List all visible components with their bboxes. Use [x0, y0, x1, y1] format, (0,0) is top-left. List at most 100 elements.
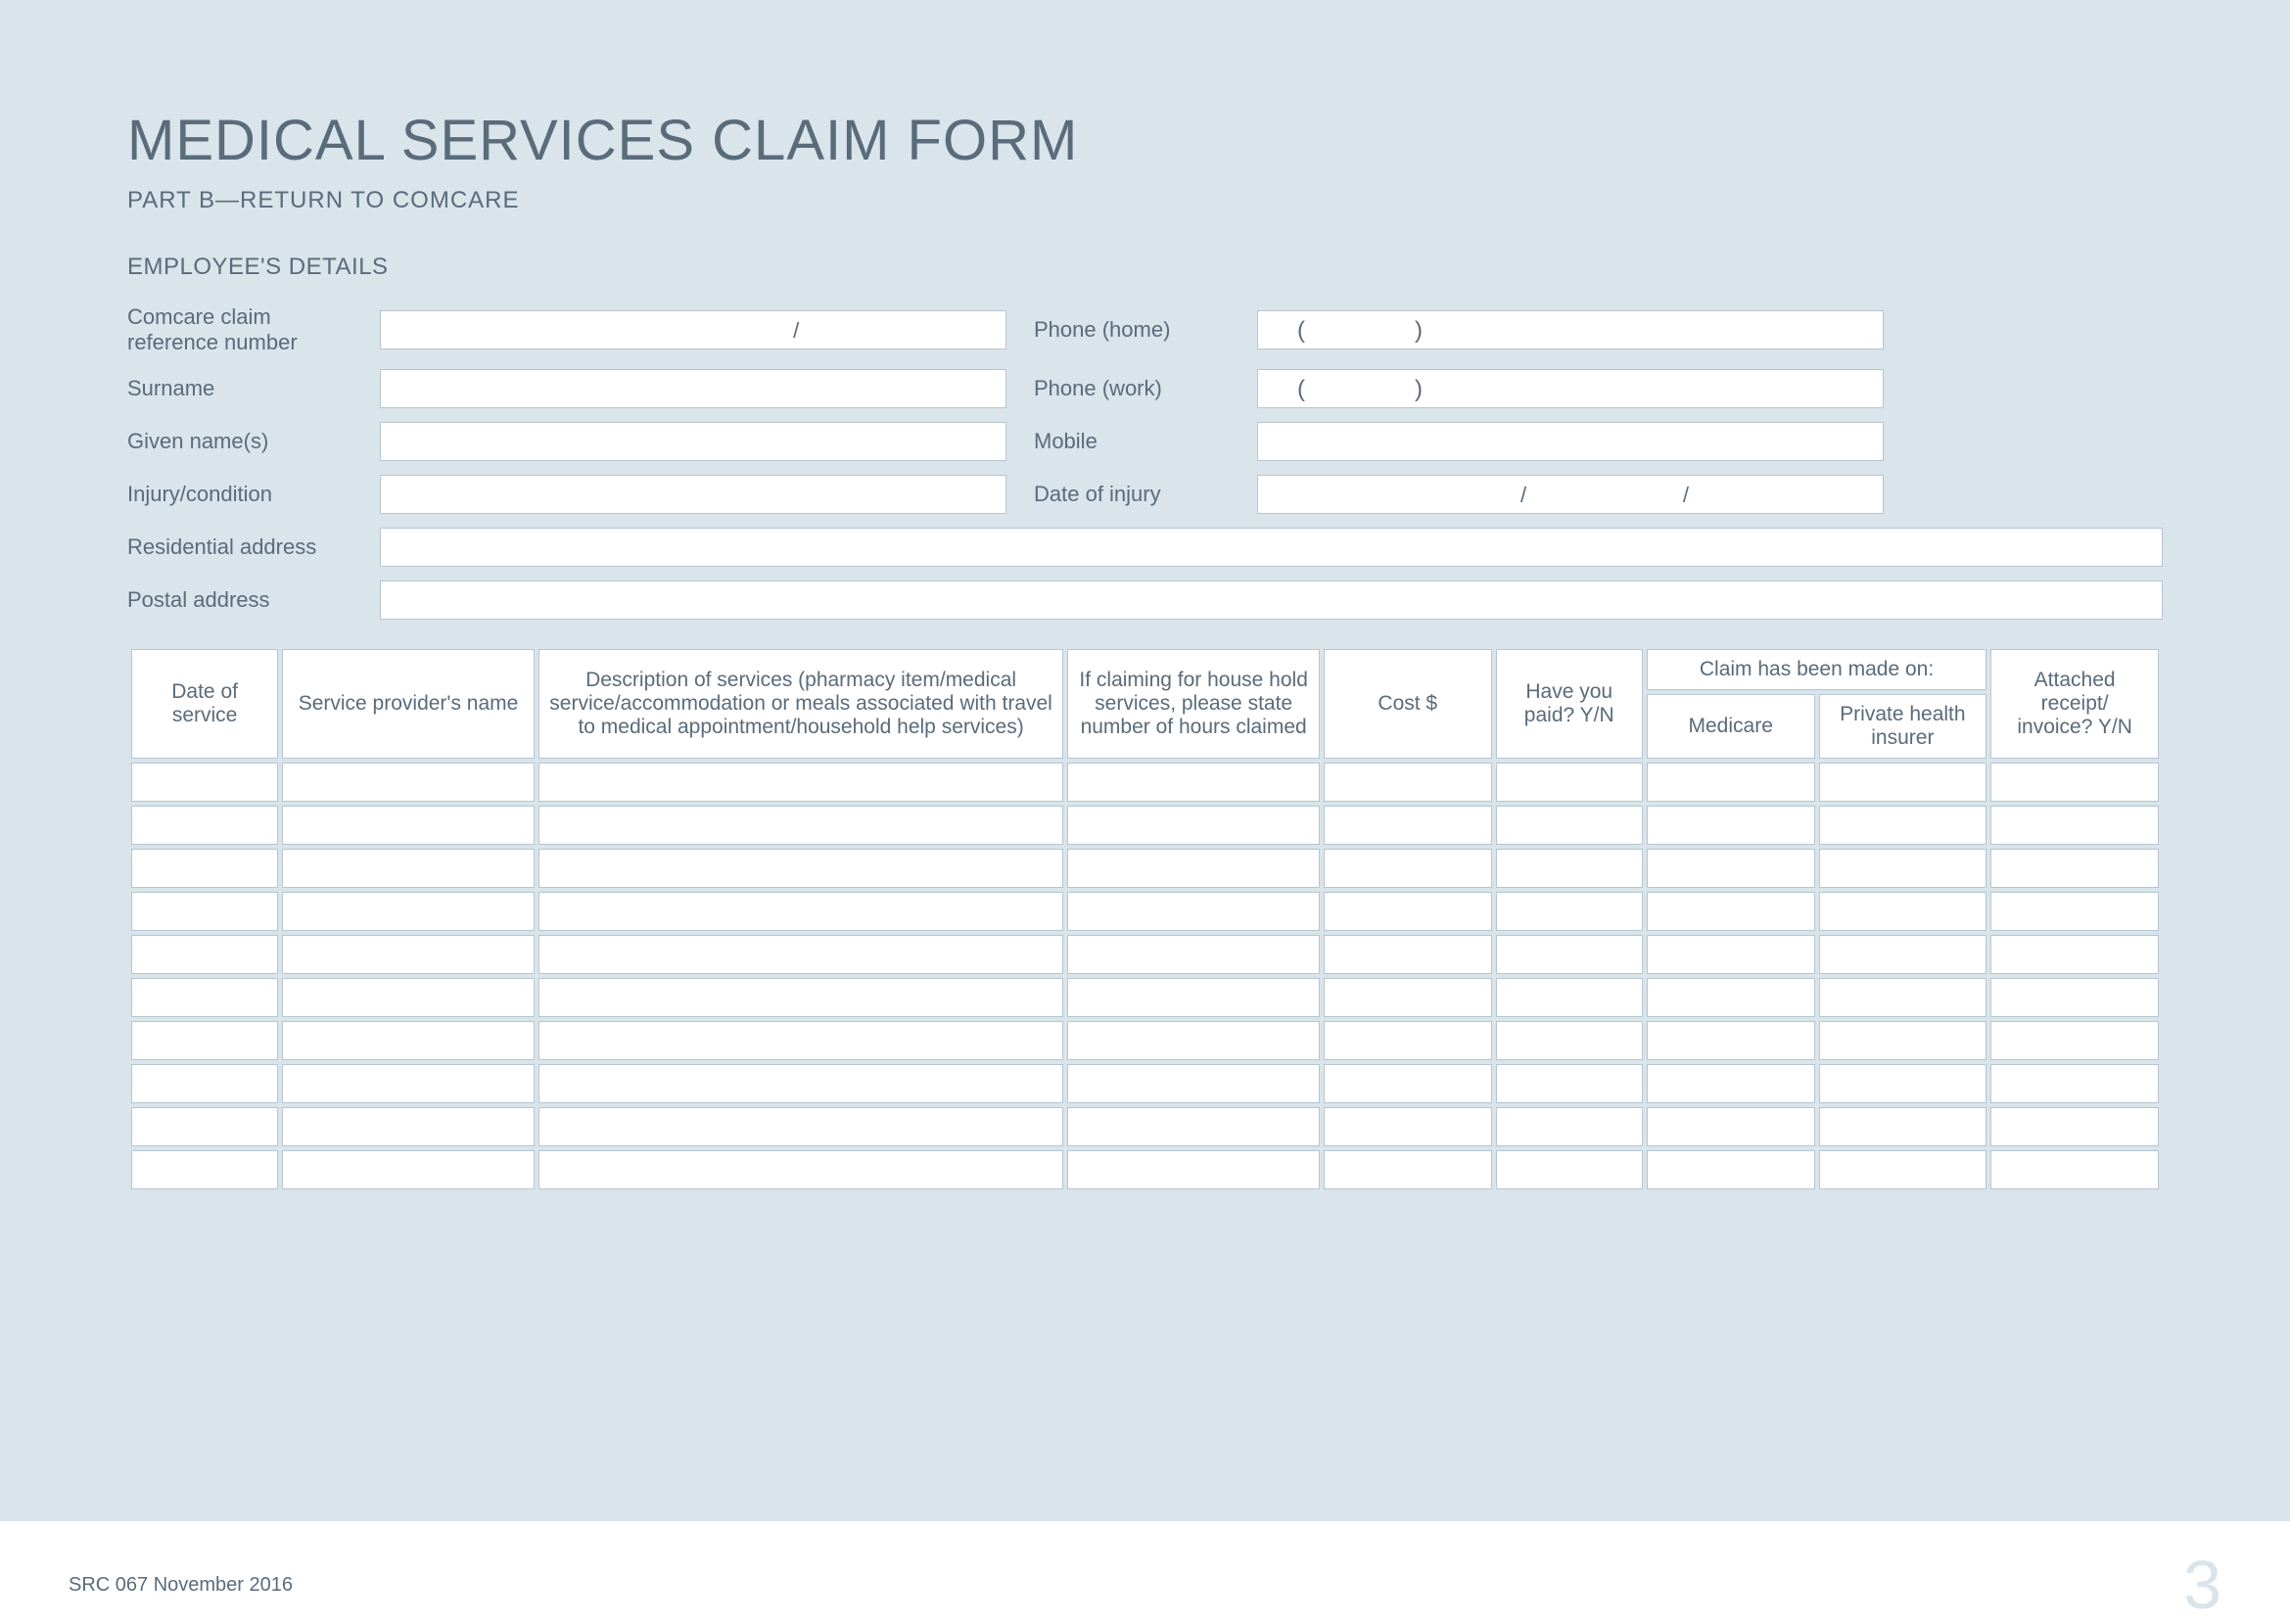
table-cell[interactable] — [1990, 849, 2159, 888]
table-cell[interactable] — [1990, 935, 2159, 974]
field-given-names[interactable] — [380, 422, 1006, 461]
table-cell[interactable] — [538, 849, 1064, 888]
table-cell[interactable] — [1324, 978, 1492, 1017]
table-cell[interactable] — [1324, 849, 1492, 888]
table-cell[interactable] — [131, 1107, 278, 1146]
table-cell[interactable] — [1067, 978, 1320, 1017]
table-cell[interactable] — [1067, 1107, 1320, 1146]
table-cell[interactable] — [1496, 806, 1643, 845]
field-surname[interactable] — [380, 369, 1006, 408]
field-phone-work[interactable]: ( ) — [1257, 369, 1884, 408]
table-cell[interactable] — [538, 978, 1064, 1017]
field-residential[interactable] — [380, 528, 2163, 567]
table-cell[interactable] — [282, 1021, 535, 1060]
table-cell[interactable] — [131, 763, 278, 802]
table-cell[interactable] — [1990, 806, 2159, 845]
table-cell[interactable] — [538, 763, 1064, 802]
table-cell[interactable] — [282, 1107, 535, 1146]
table-cell[interactable] — [1819, 1107, 1987, 1146]
table-cell[interactable] — [1067, 849, 1320, 888]
table-cell[interactable] — [1819, 1021, 1987, 1060]
table-cell[interactable] — [538, 935, 1064, 974]
field-claim-ref[interactable]: / — [380, 310, 1006, 349]
table-cell[interactable] — [1067, 806, 1320, 845]
table-cell[interactable] — [1496, 1107, 1643, 1146]
table-cell[interactable] — [282, 892, 535, 931]
table-cell[interactable] — [1324, 1064, 1492, 1103]
table-cell[interactable] — [1647, 806, 1815, 845]
table-cell[interactable] — [1324, 1107, 1492, 1146]
table-cell[interactable] — [1647, 1021, 1815, 1060]
table-cell[interactable] — [1990, 1021, 2159, 1060]
table-cell[interactable] — [131, 849, 278, 888]
table-cell[interactable] — [1990, 1107, 2159, 1146]
table-cell[interactable] — [131, 978, 278, 1017]
table-cell[interactable] — [1067, 1150, 1320, 1189]
table-cell[interactable] — [1647, 892, 1815, 931]
table-cell[interactable] — [131, 892, 278, 931]
table-cell[interactable] — [538, 1064, 1064, 1103]
table-cell[interactable] — [1496, 1064, 1643, 1103]
table-cell[interactable] — [282, 1064, 535, 1103]
table-cell[interactable] — [1819, 1064, 1987, 1103]
table-cell[interactable] — [1496, 1021, 1643, 1060]
table-cell[interactable] — [538, 892, 1064, 931]
table-cell[interactable] — [131, 1021, 278, 1060]
table-cell[interactable] — [1324, 892, 1492, 931]
table-cell[interactable] — [1819, 806, 1987, 845]
table-cell[interactable] — [1067, 892, 1320, 931]
table-cell[interactable] — [538, 1107, 1064, 1146]
table-cell[interactable] — [1324, 1021, 1492, 1060]
table-cell[interactable] — [538, 1150, 1064, 1189]
table-cell[interactable] — [1496, 935, 1643, 974]
table-cell[interactable] — [131, 1150, 278, 1189]
table-cell[interactable] — [1067, 935, 1320, 974]
table-cell[interactable] — [282, 1150, 535, 1189]
table-cell[interactable] — [1990, 978, 2159, 1017]
field-injury[interactable] — [380, 475, 1006, 514]
table-cell[interactable] — [1067, 763, 1320, 802]
table-cell[interactable] — [1819, 978, 1987, 1017]
table-cell[interactable] — [1324, 763, 1492, 802]
table-cell[interactable] — [1647, 1107, 1815, 1146]
table-cell[interactable] — [1496, 763, 1643, 802]
field-phone-home[interactable]: ( ) — [1257, 310, 1884, 349]
table-cell[interactable] — [1819, 892, 1987, 931]
table-cell[interactable] — [1496, 978, 1643, 1017]
table-cell[interactable] — [1647, 935, 1815, 974]
table-cell[interactable] — [1067, 1021, 1320, 1060]
table-cell[interactable] — [1990, 892, 2159, 931]
table-cell[interactable] — [131, 806, 278, 845]
table-cell[interactable] — [1647, 978, 1815, 1017]
table-cell[interactable] — [282, 849, 535, 888]
field-postal[interactable] — [380, 580, 2163, 620]
table-cell[interactable] — [131, 1064, 278, 1103]
table-cell[interactable] — [538, 1021, 1064, 1060]
table-cell[interactable] — [282, 763, 535, 802]
table-cell[interactable] — [1496, 892, 1643, 931]
table-cell[interactable] — [282, 978, 535, 1017]
table-cell[interactable] — [282, 806, 535, 845]
table-cell[interactable] — [1324, 935, 1492, 974]
table-cell[interactable] — [1819, 1150, 1987, 1189]
table-cell[interactable] — [1324, 806, 1492, 845]
table-cell[interactable] — [1496, 1150, 1643, 1189]
table-cell[interactable] — [1990, 1150, 2159, 1189]
table-cell[interactable] — [282, 935, 535, 974]
table-cell[interactable] — [1647, 763, 1815, 802]
field-mobile[interactable] — [1257, 422, 1884, 461]
table-cell[interactable] — [1647, 849, 1815, 888]
table-cell[interactable] — [1647, 1150, 1815, 1189]
table-cell[interactable] — [1819, 763, 1987, 802]
table-cell[interactable] — [1990, 1064, 2159, 1103]
table-cell[interactable] — [1496, 849, 1643, 888]
table-cell[interactable] — [1067, 1064, 1320, 1103]
table-cell[interactable] — [131, 935, 278, 974]
table-cell[interactable] — [1819, 849, 1987, 888]
table-cell[interactable] — [1990, 763, 2159, 802]
table-cell[interactable] — [538, 806, 1064, 845]
table-cell[interactable] — [1324, 1150, 1492, 1189]
field-date-of-injury[interactable]: / / — [1257, 475, 1884, 514]
table-cell[interactable] — [1819, 935, 1987, 974]
table-cell[interactable] — [1647, 1064, 1815, 1103]
